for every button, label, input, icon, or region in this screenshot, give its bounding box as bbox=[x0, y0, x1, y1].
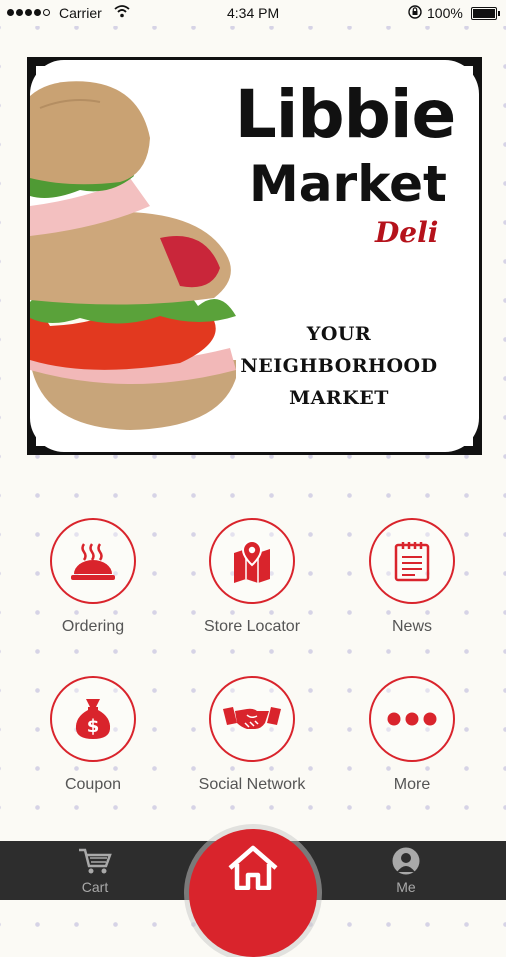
news-button[interactable] bbox=[369, 518, 455, 604]
home-icon bbox=[228, 845, 278, 890]
store-locator-tile[interactable]: Store Locator bbox=[187, 518, 317, 636]
ordering-tile[interactable]: Ordering bbox=[28, 518, 158, 636]
social-network-button[interactable] bbox=[209, 676, 295, 762]
brand-deli: Deli bbox=[375, 216, 439, 249]
tagline-line: MARKET bbox=[289, 387, 389, 409]
social-network-tile[interactable]: Social Network bbox=[187, 676, 317, 794]
corner-ornament-icon bbox=[445, 418, 479, 452]
wifi-icon bbox=[114, 5, 130, 18]
status-bar: Carrier 4:34 PM 100% bbox=[0, 0, 506, 26]
home-button[interactable] bbox=[189, 829, 317, 957]
more-tile[interactable]: More bbox=[347, 676, 477, 794]
map-pin-icon bbox=[234, 539, 270, 583]
tab-cart-label: Cart bbox=[81, 879, 109, 895]
tagline: YOUR NEIGHBORHOOD MARKET bbox=[235, 318, 443, 414]
social-network-label: Social Network bbox=[198, 776, 306, 793]
status-time: 4:34 PM bbox=[227, 5, 280, 21]
tagline-line: YOUR bbox=[306, 323, 372, 345]
more-label: More bbox=[393, 776, 431, 793]
coupon-tile[interactable]: $ Coupon bbox=[28, 676, 158, 794]
ordering-button[interactable] bbox=[50, 518, 136, 604]
tab-me-label: Me bbox=[396, 879, 416, 895]
tagline-line: NEIGHBORHOOD bbox=[240, 355, 438, 377]
rotation-lock-icon bbox=[408, 5, 422, 19]
carrier-name: Carrier bbox=[59, 5, 102, 21]
coupon-button[interactable]: $ bbox=[50, 676, 136, 762]
news-tile[interactable]: News bbox=[347, 518, 477, 636]
cloche-icon bbox=[71, 543, 115, 580]
ordering-label: Ordering bbox=[61, 618, 125, 635]
battery-percent: 100% bbox=[427, 5, 463, 21]
notepad-icon bbox=[394, 542, 430, 582]
signal-strength-icon bbox=[7, 9, 50, 16]
store-locator-label: Store Locator bbox=[203, 618, 301, 635]
news-label: News bbox=[391, 618, 432, 635]
hero-banner: Libbie Market Deli YOUR NEIGHBORHOOD MAR… bbox=[27, 57, 482, 455]
brand-subtitle: Market bbox=[249, 155, 447, 213]
more-dots-icon bbox=[387, 712, 437, 726]
brand-title: Libbie bbox=[234, 76, 457, 153]
user-icon bbox=[392, 847, 420, 875]
handshake-icon bbox=[223, 707, 281, 729]
store-locator-button[interactable] bbox=[209, 518, 295, 604]
tab-cart[interactable]: Cart bbox=[55, 847, 135, 895]
tab-me[interactable]: Me bbox=[366, 847, 446, 895]
svg-text:$: $ bbox=[87, 716, 100, 737]
coupon-label: Coupon bbox=[64, 776, 122, 793]
battery-icon bbox=[471, 7, 500, 20]
more-button[interactable] bbox=[369, 676, 455, 762]
money-bag-icon: $ bbox=[75, 699, 111, 739]
cart-icon bbox=[79, 848, 112, 874]
